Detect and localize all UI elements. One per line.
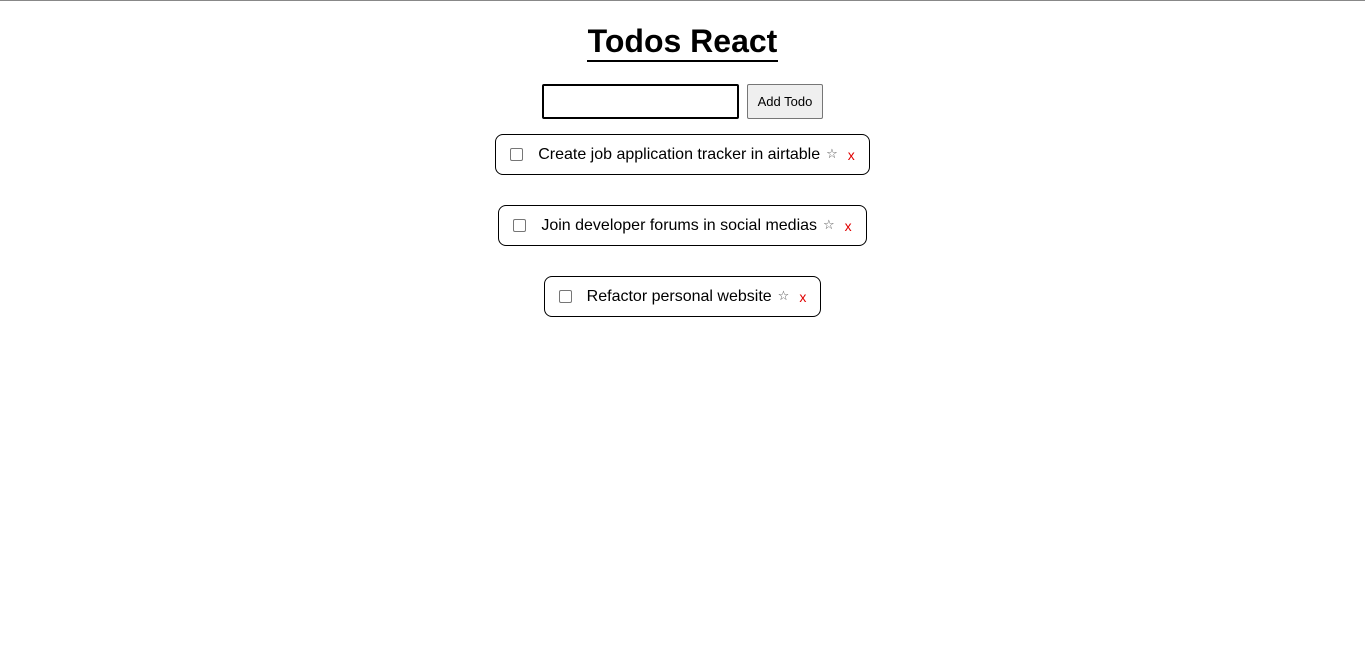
- star-icon[interactable]: ☆: [823, 218, 835, 233]
- todo-checkbox[interactable]: [513, 219, 527, 232]
- todo-item: Create job application tracker in airtab…: [495, 134, 870, 175]
- todo-checkbox[interactable]: [558, 290, 572, 303]
- header: Todos React: [0, 22, 1365, 62]
- todo-list: Create job application tracker in airtab…: [0, 134, 1365, 347]
- star-icon[interactable]: ☆: [826, 147, 838, 162]
- page-title: Todos React: [586, 22, 779, 62]
- todo-checkbox[interactable]: [510, 148, 524, 161]
- delete-button[interactable]: x: [848, 147, 855, 163]
- add-todo-button[interactable]: Add Todo: [746, 84, 824, 119]
- delete-button[interactable]: x: [845, 218, 852, 234]
- todo-item: Refactor personal website ☆ x: [543, 276, 822, 317]
- add-todo-form: Add Todo: [0, 84, 1365, 119]
- todo-item: Join developer forums in social medias ☆…: [498, 205, 867, 246]
- todo-text: Refactor personal website: [586, 287, 772, 305]
- todo-text: Create job application tracker in airtab…: [538, 145, 821, 163]
- todo-text: Join developer forums in social medias: [541, 216, 818, 234]
- delete-button[interactable]: x: [799, 289, 806, 305]
- star-icon[interactable]: ☆: [778, 289, 790, 304]
- top-border: [0, 0, 1365, 1]
- todo-input[interactable]: [541, 84, 739, 119]
